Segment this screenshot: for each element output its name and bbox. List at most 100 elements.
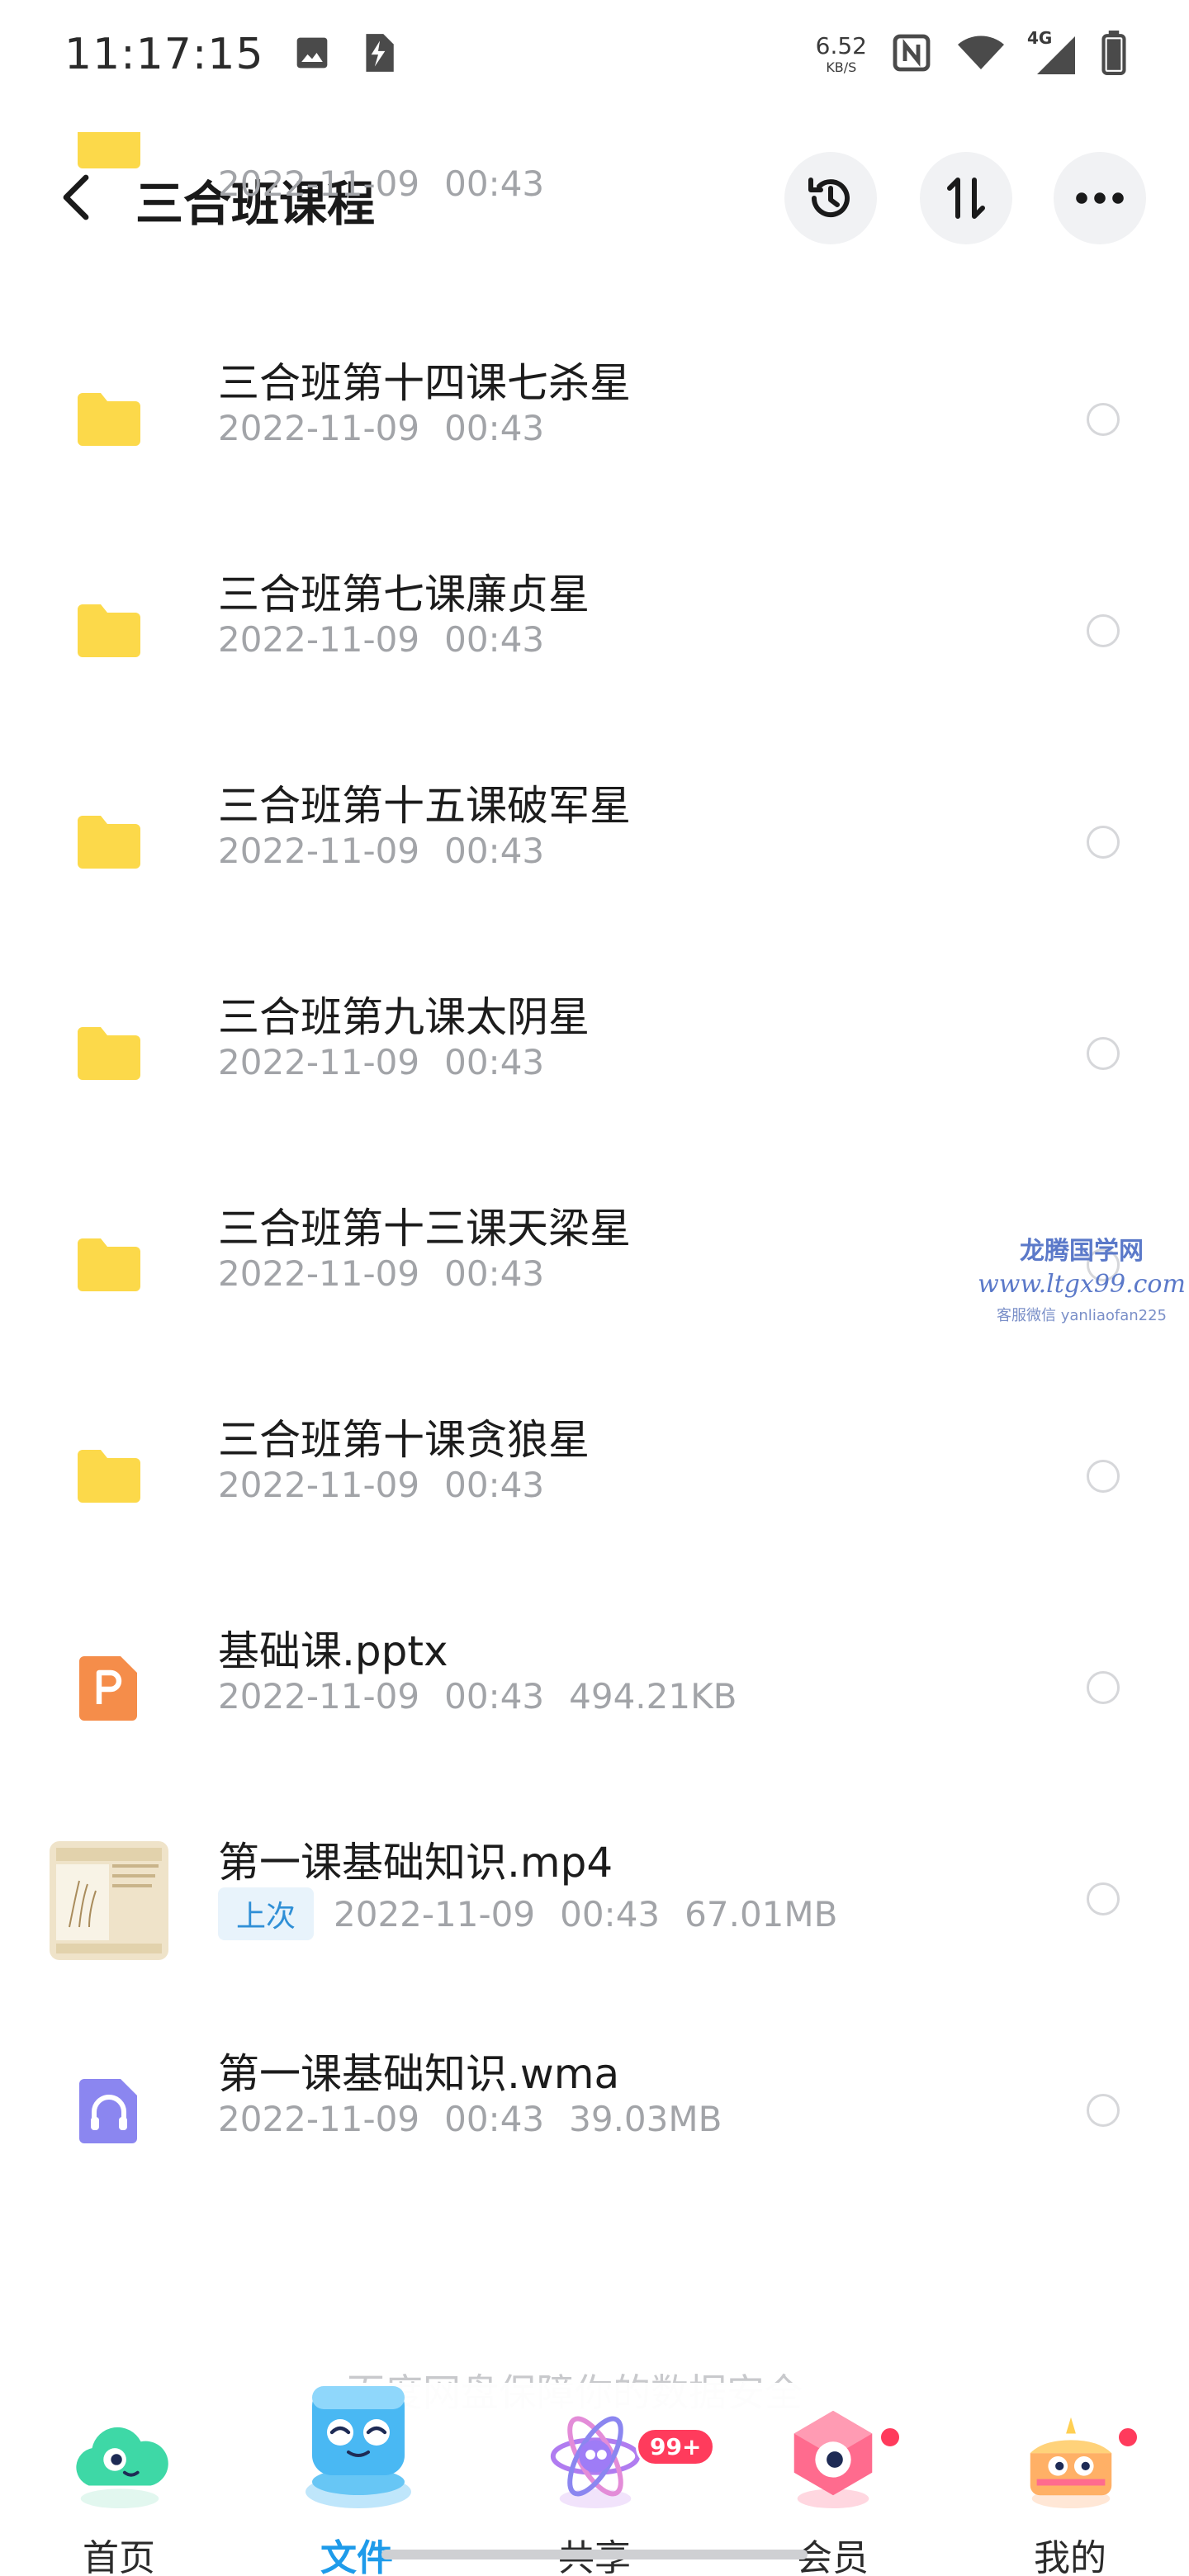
folder-icon [50, 994, 168, 1113]
file-row[interactable]: 第一课基础知识.mp4 上次 2022-11-09 00:43 67.01MB [0, 1839, 1189, 2062]
nav-item-vip[interactable]: 会员 [750, 2383, 915, 2576]
nav-label-home: 首页 [83, 2537, 155, 2576]
file-row[interactable]: 三合班第十五课破军星 2022-11-09 00:43 [0, 782, 1189, 1006]
image-icon [294, 35, 330, 74]
watermark-url: www.ltgx99.com [978, 1270, 1186, 1299]
file-time: 00:43 [444, 831, 545, 871]
status-time: 11:17:15 [64, 30, 264, 79]
file-meta: 上次 2022-11-09 00:43 67.01MB [218, 1887, 837, 1940]
mine-notification-dot [1116, 2426, 1139, 2449]
home-cloud-icon [76, 2427, 168, 2509]
file-time: 00:43 [444, 1253, 545, 1294]
watermark: 龙腾国学网 www.ltgx99.com 客服微信 yanliaofan225 [974, 1230, 1189, 1325]
select-radio[interactable] [1087, 2094, 1120, 2127]
file-name: 三合班第十五课破军星 [218, 782, 631, 830]
last-viewed-badge: 上次 [218, 1887, 315, 1940]
file-row[interactable]: 三合班第七课廉贞星 2022-11-09 00:43 [0, 571, 1189, 794]
file-name: 三合班第七课廉贞星 [218, 571, 590, 618]
battery-icon [1101, 31, 1126, 78]
share-atom-icon [550, 2416, 641, 2509]
file-time: 00:43 [444, 2099, 545, 2139]
status-notification-icons [294, 32, 396, 77]
file-row[interactable]: 基础课.pptx 2022-11-09 00:43 494.21KB [0, 1627, 1189, 1851]
vip-gem-icon [793, 2410, 873, 2509]
audio-file-icon [50, 2051, 168, 2170]
file-name: 三合班第九课太阴星 [218, 993, 590, 1041]
folder-icon [50, 783, 168, 902]
status-right-group: 6.52 KB/S 4G [816, 28, 1126, 78]
wifi-icon [956, 33, 1006, 76]
file-size: 39.03MB [569, 2099, 722, 2139]
vip-notification-dot [879, 2426, 902, 2449]
file-time: 00:43 [444, 1042, 545, 1082]
file-date: 2022-11-09 [218, 831, 420, 871]
nav-item-share[interactable]: 99+ 共享 [512, 2383, 716, 2576]
select-radio[interactable] [1087, 1460, 1120, 1493]
signal-icon: 4G [1027, 28, 1077, 76]
files-mascot-icon [306, 2386, 411, 2508]
file-meta: 2022-11-09 00:43 [218, 1042, 544, 1082]
folder-icon [50, 1417, 168, 1536]
home-indicator[interactable] [381, 2550, 808, 2559]
file-meta: 2022-11-09 00:43 [218, 619, 544, 660]
file-date: 2022-11-09 [218, 1042, 420, 1082]
file-meta: 2022-11-09 00:43 [218, 408, 544, 448]
file-date: 2022-11-09 [218, 2099, 420, 2139]
baidu-netdisk-file-list-screen: 11:17:15 6.52 KB/S 4G 三合班课程 2022-11-09 0… [0, 0, 1189, 2576]
select-radio[interactable] [1087, 403, 1120, 436]
net-speed: 6.52 KB/S [816, 35, 867, 74]
file-name: 三合班第十四课七杀星 [218, 359, 631, 407]
select-radio[interactable] [1087, 826, 1120, 859]
file-date: 2022-11-09 [218, 1465, 420, 1505]
file-time: 00:43 [444, 619, 545, 660]
watermark-title: 龙腾国学网 [1020, 1237, 1144, 1266]
file-meta: 2022-11-09 00:43 494.21KB [218, 1676, 737, 1717]
file-row[interactable]: 第一课基础知识.wma 2022-11-09 00:43 39.03MB [0, 2050, 1189, 2274]
watermark-contact: 客服微信 yanliaofan225 [997, 1307, 1167, 1324]
profile-cake-icon [1030, 2417, 1112, 2509]
file-meta: 2022-11-09 00:43 [218, 163, 544, 204]
select-radio[interactable] [1087, 1882, 1120, 1915]
file-date: 2022-11-09 [334, 1893, 536, 1934]
folder-icon [50, 1205, 168, 1324]
file-time: 00:43 [560, 1893, 661, 1934]
network-type-label: 4G [1027, 28, 1053, 48]
select-radio[interactable] [1087, 1037, 1120, 1070]
video-thumbnail [50, 1841, 168, 1960]
file-date: 2022-11-09 [218, 408, 420, 448]
file-meta: 2022-11-09 00:43 [218, 1465, 544, 1505]
share-count-badge: 99+ [636, 2427, 716, 2466]
flash-file-icon [360, 32, 396, 77]
nav-item-home[interactable]: 首页 [36, 2383, 201, 2576]
file-row[interactable]: 2022-11-09 00:43 [0, 132, 1189, 248]
nav-item-mine[interactable]: 我的 [988, 2383, 1153, 2576]
file-row[interactable]: 三合班第十四课七杀星 2022-11-09 00:43 [0, 359, 1189, 583]
select-radio[interactable] [1087, 614, 1120, 647]
folder-icon [50, 132, 168, 201]
file-time: 00:43 [444, 1465, 545, 1505]
file-time: 00:43 [444, 163, 545, 204]
nfc-icon [892, 33, 931, 76]
nav-item-files[interactable]: 文件 [274, 2383, 439, 2576]
file-time: 00:43 [444, 408, 545, 448]
file-size: 67.01MB [685, 1893, 838, 1934]
net-speed-value: 6.52 [815, 32, 867, 59]
file-row[interactable]: 三合班第十课贪狼星 2022-11-09 00:43 [0, 1416, 1189, 1640]
net-speed-unit: KB/S [826, 59, 857, 75]
file-name: 三合班第十课贪狼星 [218, 1416, 590, 1464]
pptx-file-icon [50, 1628, 168, 1747]
file-date: 2022-11-09 [218, 1676, 420, 1717]
file-name: 第一课基础知识.wma [218, 2050, 620, 2098]
file-meta: 2022-11-09 00:43 39.03MB [218, 2099, 722, 2139]
file-time: 00:43 [444, 1676, 545, 1717]
status-bar: 11:17:15 6.52 KB/S 4G [0, 0, 1189, 109]
select-radio[interactable] [1087, 1671, 1120, 1704]
nav-label-mine: 我的 [1034, 2537, 1106, 2576]
file-name: 第一课基础知识.mp4 [218, 1839, 613, 1887]
folder-icon [50, 571, 168, 690]
file-date: 2022-11-09 [218, 1253, 420, 1294]
file-meta: 2022-11-09 00:43 [218, 1253, 544, 1294]
file-name: 基础课.pptx [218, 1627, 448, 1675]
file-name: 三合班第十三课天梁星 [218, 1205, 631, 1252]
file-row[interactable]: 三合班第九课太阴星 2022-11-09 00:43 [0, 993, 1189, 1217]
